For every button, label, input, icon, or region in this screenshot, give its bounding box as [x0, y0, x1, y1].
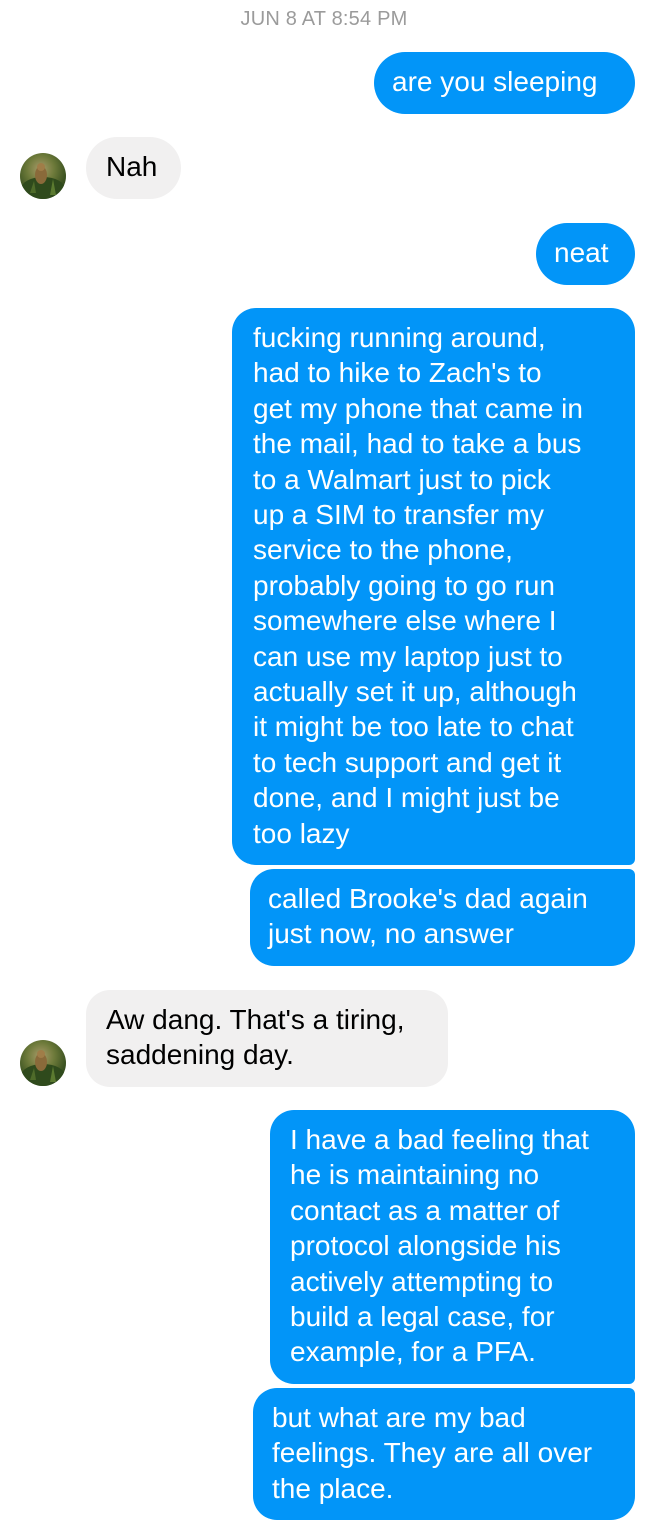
outgoing-message[interactable]: neat: [536, 223, 635, 285]
contact-avatar-photo-icon: [21, 1050, 65, 1086]
outgoing-message[interactable]: I have a bad feeling that he is maintain…: [270, 1110, 635, 1384]
outgoing-message[interactable]: are you sleeping: [374, 52, 635, 114]
outgoing-message[interactable]: fucking running around, had to hike to Z…: [232, 308, 635, 865]
contact-avatar[interactable]: [20, 1040, 66, 1086]
contact-avatar[interactable]: [20, 153, 66, 199]
incoming-message[interactable]: Aw dang. That's a tiring, saddening day.: [86, 990, 448, 1087]
outgoing-message[interactable]: but what are my bad feelings. They are a…: [253, 1388, 635, 1520]
incoming-message[interactable]: Nah: [86, 137, 181, 199]
outgoing-message[interactable]: called Brooke's dad again just now, no a…: [250, 869, 635, 966]
message-timestamp: JUN 8 AT 8:54 PM: [240, 8, 408, 30]
contact-avatar-photo-icon: [21, 163, 65, 199]
